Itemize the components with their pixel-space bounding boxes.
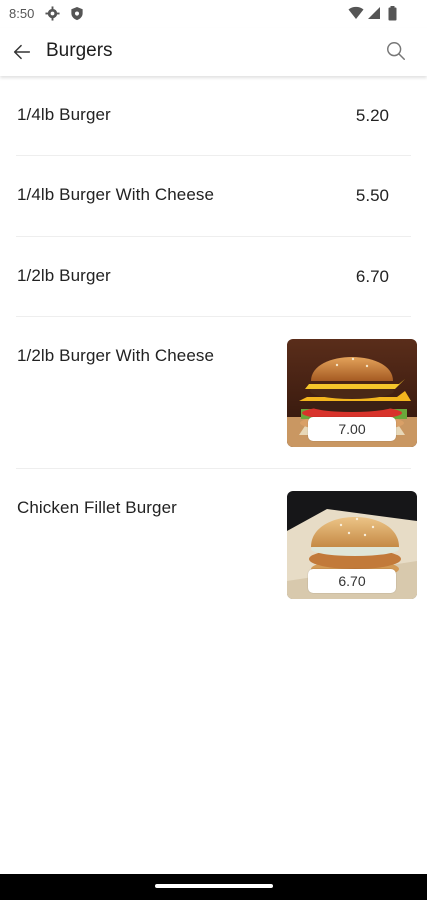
page-title: Burgers [46, 40, 113, 61]
status-bar: 8:50 [0, 0, 427, 28]
battery-icon [388, 6, 397, 26]
app-bar: Burgers [0, 28, 427, 76]
shield-icon [70, 6, 84, 26]
status-time: 8:50 [9, 6, 35, 21]
menu-item[interactable]: Chicken Fillet Burger 6.70 [16, 469, 417, 621]
item-name: 1/2lb Burger With Cheese [17, 346, 215, 365]
system-nav-bar [0, 874, 427, 900]
item-name: 1/2lb Burger [17, 266, 111, 285]
home-gesture-handle[interactable] [155, 884, 273, 888]
item-name: 1/4lb Burger [17, 105, 111, 124]
arrow-left-icon [13, 44, 31, 60]
item-price: 5.50 [355, 186, 389, 205]
menu-item[interactable]: 1/2lb Burger With Cheese 7.00 [16, 317, 417, 469]
cheeseburger-photo: 7.00 [287, 339, 417, 447]
menu-item[interactable]: 1/4lb Burger With Cheese 5.50 [16, 156, 411, 237]
menu-item[interactable]: 1/4lb Burger 5.20 [16, 76, 411, 156]
item-price: 5.20 [355, 106, 389, 125]
thumb-price-badge: 7.00 [308, 417, 396, 441]
back-button[interactable] [8, 38, 36, 66]
item-name: Chicken Fillet Burger [17, 498, 177, 517]
wifi-icon [348, 6, 364, 25]
gear-icon [45, 6, 60, 26]
item-price: 6.70 [355, 267, 389, 286]
thumb-price-badge: 6.70 [308, 569, 396, 593]
search-button[interactable] [385, 40, 409, 64]
chicken-burger-photo: 6.70 [287, 491, 417, 599]
search-icon [387, 42, 405, 60]
signal-icon [367, 6, 381, 25]
item-name: 1/4lb Burger With Cheese [17, 185, 215, 204]
menu-list: 1/4lb Burger 5.20 1/4lb Burger With Chee… [0, 76, 427, 621]
menu-item[interactable]: 1/2lb Burger 6.70 [16, 237, 411, 317]
